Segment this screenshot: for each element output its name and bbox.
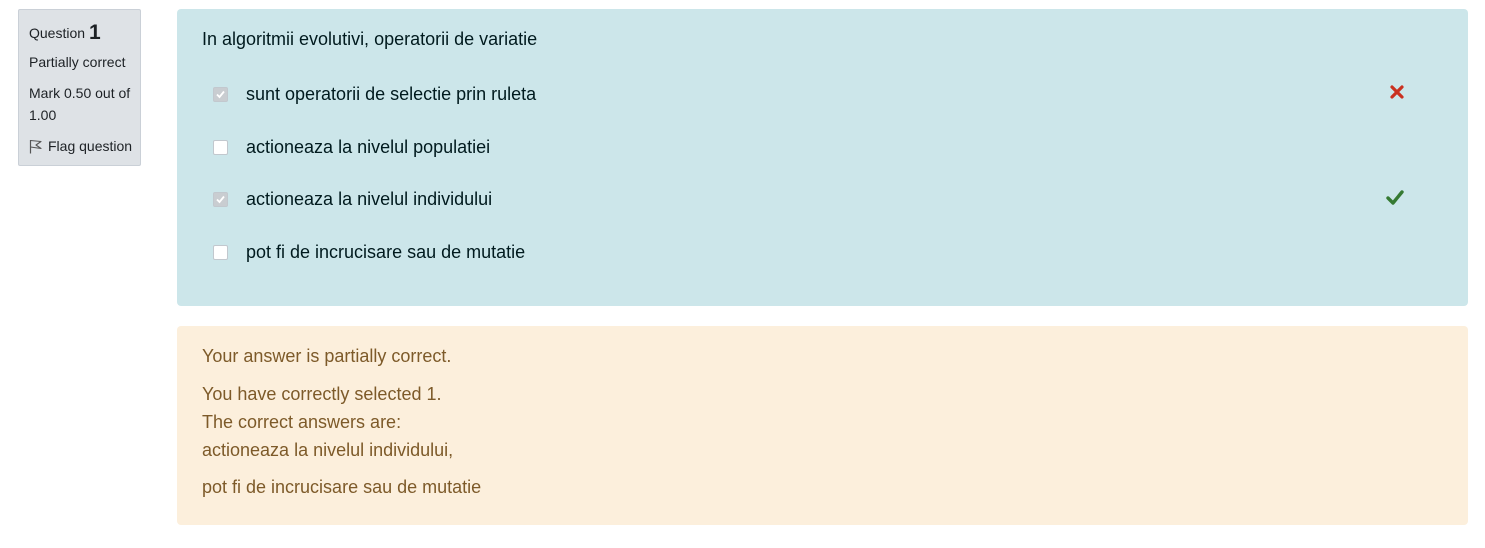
question-grade: Mark 0.50 out of 1.00: [29, 85, 131, 123]
answer-option[interactable]: pot fi de incrucisare sau de mutatie: [202, 237, 1442, 267]
flag-icon: [29, 139, 42, 153]
answer-option[interactable]: actioneaza la nivelul individului: [202, 184, 1442, 214]
question-number-line: Question 1: [29, 20, 140, 48]
correct-answer-item: actioneaza la nivelul individului,: [202, 440, 454, 460]
feedback-panel: Your answer is partially correct. You ha…: [177, 326, 1468, 525]
question-label: Question: [29, 25, 86, 41]
general-feedback: Your answer is partially correct.: [202, 346, 452, 366]
flag-question-link[interactable]: Flag question: [29, 136, 140, 156]
correct-answer-item: pot fi de incrucisare sau de mutatie: [202, 477, 482, 497]
answer-label: actioneaza la nivelul individului: [246, 189, 493, 209]
cross-icon: [1390, 85, 1404, 104]
flag-question-label: Flag question: [48, 138, 133, 154]
checkbox-check-icon: [216, 90, 225, 98]
answer-checkbox[interactable]: [213, 139, 228, 155]
answer-checkbox[interactable]: [213, 86, 228, 102]
question-text: In algoritmii evolutivi, operatorii de v…: [202, 29, 538, 49]
question-info-panel: Question 1 Partially correct Mark 0.50 ou…: [18, 9, 141, 166]
question-number: 1: [89, 21, 101, 44]
answer-label: pot fi de incrucisare sau de mutatie: [246, 242, 526, 262]
question-state: Partially correct: [29, 54, 126, 70]
answer-label: actioneaza la nivelul populatiei: [246, 137, 491, 157]
checkbox-check-icon: [216, 195, 225, 203]
correct-answers-intro: The correct answers are:: [202, 412, 402, 432]
selected-count-feedback: You have correctly selected 1.: [202, 384, 442, 404]
answer-label: sunt operatorii de selectie prin ruleta: [246, 84, 537, 104]
answer-checkbox[interactable]: [213, 191, 228, 207]
check-icon: [1386, 190, 1404, 210]
question-formulation: In algoritmii evolutivi, operatorii de v…: [177, 9, 1468, 306]
answer-checkbox[interactable]: [213, 244, 228, 260]
answer-option[interactable]: sunt operatorii de selectie prin ruleta: [202, 79, 1442, 109]
answer-option[interactable]: actioneaza la nivelul populatiei: [202, 132, 1442, 162]
